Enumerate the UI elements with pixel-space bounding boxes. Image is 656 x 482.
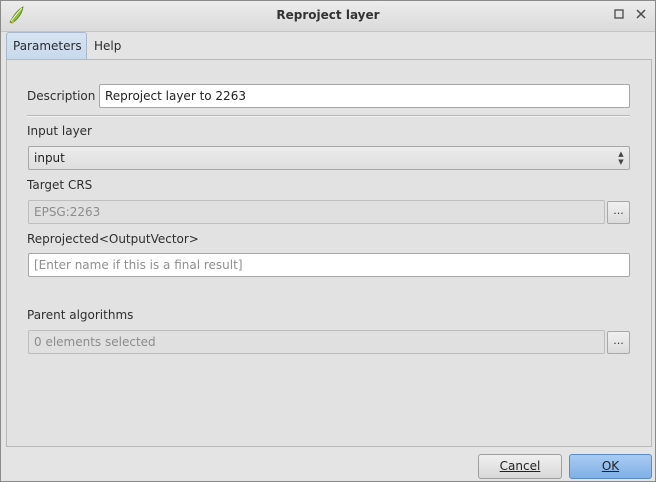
tab-help[interactable]: Help: [87, 32, 129, 59]
target-crs-field: EPSG:2263: [28, 200, 605, 224]
description-field[interactable]: Reproject layer to 2263: [99, 84, 630, 108]
output-name-field[interactable]: [Enter name if this is a final result]: [28, 253, 630, 277]
ok-button[interactable]: OK: [569, 454, 652, 479]
reproject-layer-dialog: Reproject layer Parameters Help Descript…: [0, 0, 656, 482]
description-label: Description: [27, 89, 96, 103]
parameters-panel: Description Reproject layer to 2263 Inpu…: [6, 59, 652, 447]
title-bar: Reproject layer: [1, 1, 655, 32]
input-layer-value: input: [34, 151, 65, 165]
select-parent-algorithms-button[interactable]: ...: [607, 331, 630, 354]
updown-arrows-icon: ▲ ▼: [618, 150, 624, 166]
separator: [27, 115, 630, 117]
target-crs-label: Target CRS: [27, 178, 93, 192]
tab-help-label: Help: [94, 39, 122, 53]
input-layer-label: Input layer: [27, 124, 92, 138]
parent-algorithms-field: 0 elements selected: [28, 330, 605, 354]
select-crs-button[interactable]: ...: [607, 201, 630, 224]
tab-parameters-label: Parameters: [13, 39, 82, 53]
window-title: Reproject layer: [276, 8, 380, 22]
restore-icon[interactable]: [612, 8, 626, 22]
cancel-button[interactable]: Cancel: [478, 454, 562, 479]
output-label: Reprojected<OutputVector>: [27, 232, 199, 246]
input-layer-select[interactable]: input ▲ ▼: [28, 146, 630, 170]
tab-parameters[interactable]: Parameters: [6, 32, 87, 59]
parent-algorithms-label: Parent algorithms: [27, 308, 134, 322]
close-icon[interactable]: [634, 8, 648, 22]
